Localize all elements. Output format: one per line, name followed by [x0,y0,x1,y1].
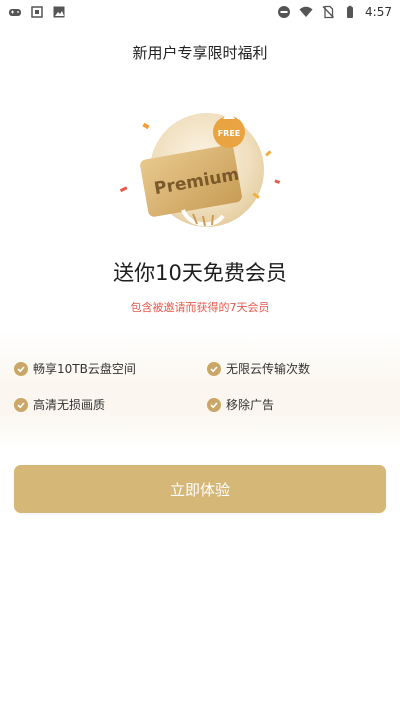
feature-item: 高清无损画质 [14,396,105,413]
app-notification-icon [30,5,44,19]
offer-subline: 包含被邀请而获得的7天会员 [130,301,270,314]
check-icon [207,397,221,412]
check-icon [14,397,28,412]
no-sim-icon [321,5,335,19]
wifi-icon [299,5,313,19]
premium-card-graphic: Premium FREE [119,110,281,227]
page-title: 新用户专享限时福利 [132,44,268,62]
premium-illustration: Premium FREE [115,110,285,245]
feature-item: 畅享10TB云盘空间 [14,360,136,377]
check-icon [14,361,28,376]
feature-list: 畅享10TB云盘空间 无限云传输次数 高清无损画质 移除广告 [0,358,400,418]
feature-item: 移除广告 [207,396,274,413]
status-left [8,5,66,19]
status-time: 4:57 [365,5,392,19]
check-icon [207,361,221,376]
feature-label: 高清无损画质 [33,398,106,412]
photo-icon [52,5,66,19]
feature-label: 畅享10TB云盘空间 [33,362,136,376]
try-now-button[interactable]: 立即体验 [14,465,386,513]
feature-label: 无限云传输次数 [226,362,311,376]
offer-headline: 送你10天免费会员 [113,261,287,285]
status-right: 4:57 [277,5,392,19]
status-bar: 4:57 [0,0,400,24]
free-badge-text: FREE [218,129,241,138]
feature-item: 无限云传输次数 [207,360,310,377]
feature-label: 移除广告 [226,398,275,412]
do-not-disturb-icon [277,5,291,19]
battery-icon [343,5,357,19]
gamepad-icon [8,5,22,19]
